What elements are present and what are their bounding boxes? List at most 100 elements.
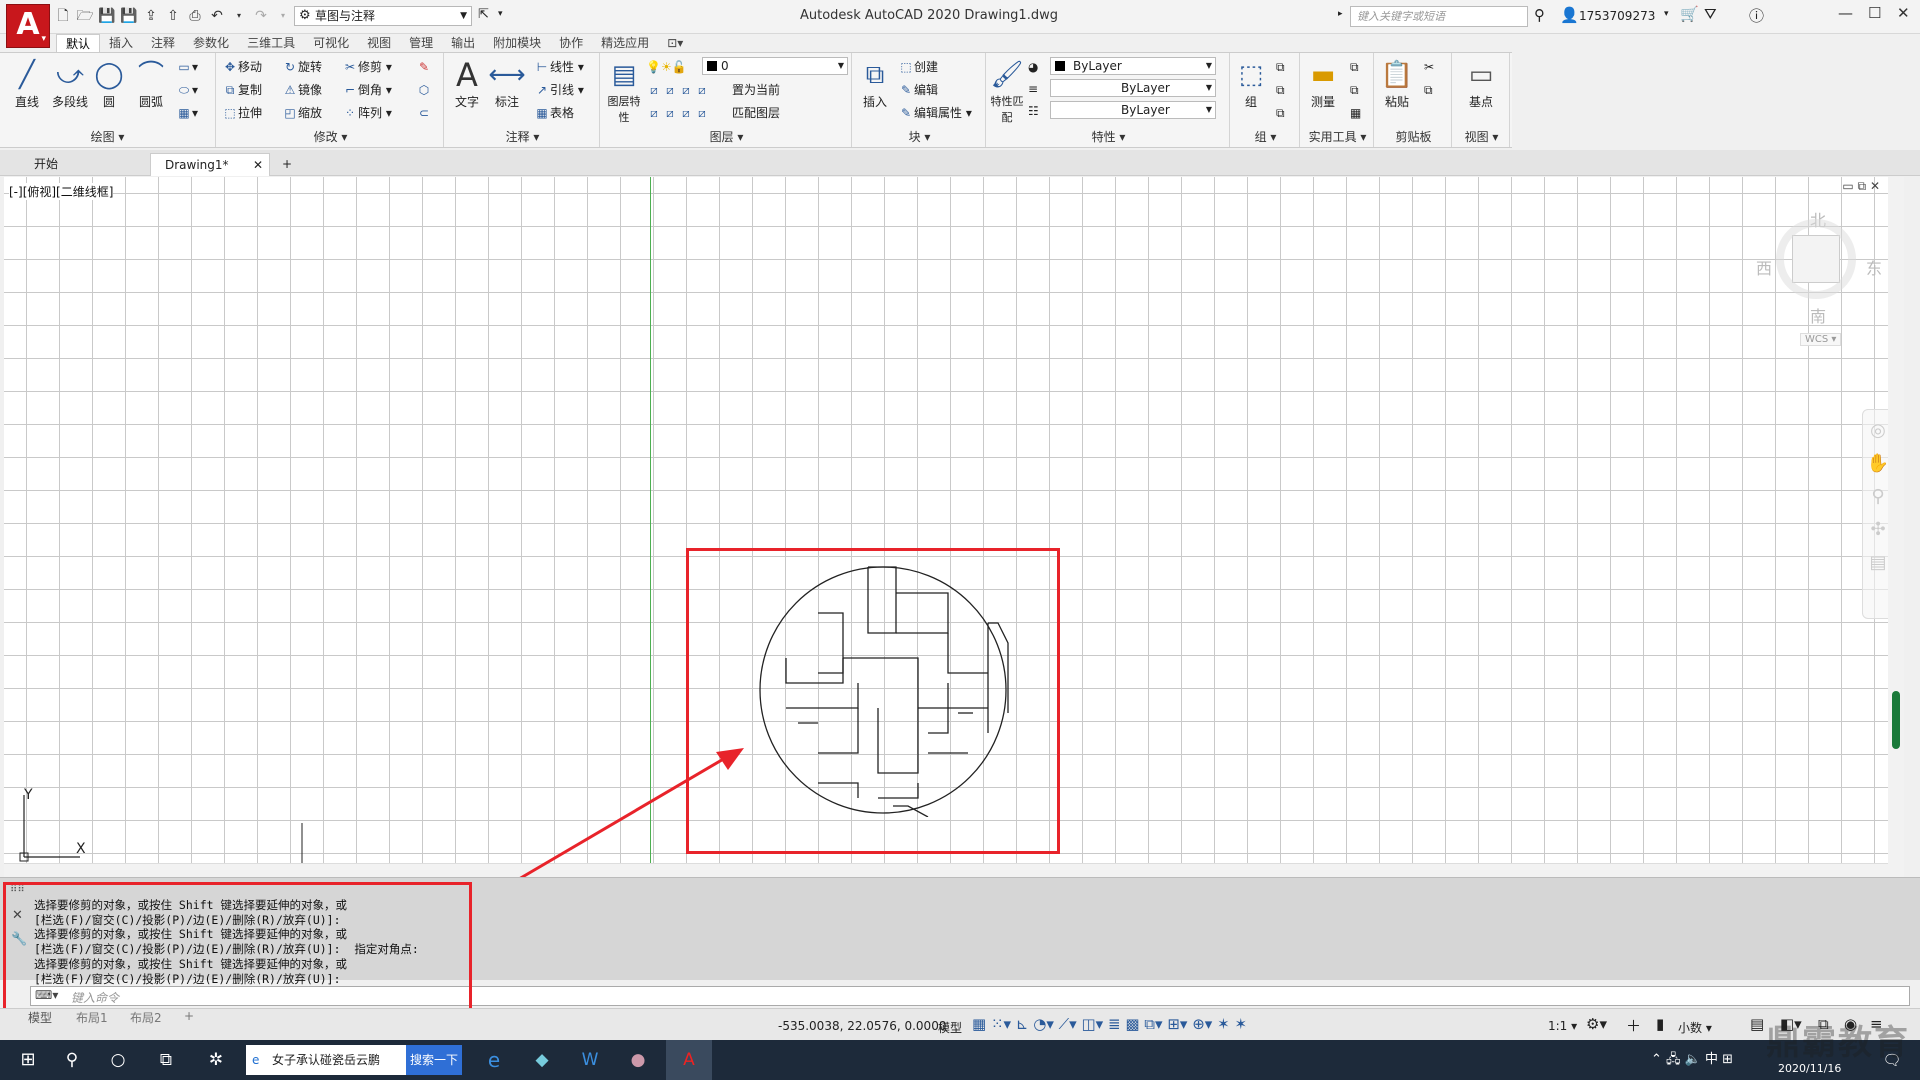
line-button[interactable]: ╱ 直线 [8,57,46,110]
tab-parametric[interactable]: 参数化 [184,34,238,52]
transparency-icon[interactable]: ▩ [1125,1015,1139,1033]
coordinate-readout[interactable]: -535.0038, 22.0576, 0.0000 [778,1019,946,1033]
cart-icon[interactable]: 🛒 [1680,5,1699,23]
annotation-scale[interactable]: 1:1 ▾ [1548,1019,1577,1033]
lineweight-select[interactable]: ByLayer ▼ [1050,79,1216,97]
snap-icon[interactable]: ⁙ [991,1015,1004,1033]
user-dropdown-icon[interactable]: ▾ [1664,9,1669,19]
color-select[interactable]: ByLayer ▼ [1050,57,1216,75]
share-drawing-icon[interactable]: ⇱ [478,7,489,22]
linetype-select[interactable]: ByLayer ▼ [1050,101,1216,119]
help-search-input[interactable]: 键入关键字或短语 [1350,6,1528,27]
undo-icon[interactable]: ↶ [208,7,226,25]
volume-icon[interactable]: 🔈 [1685,1052,1701,1067]
move-button[interactable]: ✥ 移动 [222,57,262,77]
layout-tab-model[interactable]: 模型 [28,1009,52,1026]
auto-scale-icon[interactable]: ✶ [1234,1015,1247,1033]
viewcube-west[interactable]: 西 [1756,255,1772,279]
table-button[interactable]: ▦ 表格 [534,103,574,123]
trim-button[interactable]: ✂ 修剪 ▾ [342,57,392,77]
view-panel-title[interactable]: 视图 ▾ [1454,128,1509,145]
redo-dropdown-icon[interactable]: ▾ [274,7,292,25]
viewcube[interactable]: 北 西 东 南 WCS ▾ [1756,207,1884,357]
layer-tools-row1[interactable]: ⧄ ⧄ ⧄ ⧄ [646,80,710,100]
dimension-button[interactable]: ⟷ 标注 [488,57,526,110]
task-view-icon[interactable]: ⧉ [146,1040,186,1080]
ungroup-icon[interactable]: ⧉ [1276,57,1285,77]
save-icon[interactable]: 💾 [98,7,116,25]
lightbulb-icon[interactable]: 💡 [646,60,661,74]
stretch-button[interactable]: ⬚ 拉伸 [222,103,262,123]
undo-dropdown-icon[interactable]: ▾ [230,7,248,25]
hatch-pattern-button[interactable]: ▦ ▾ [176,103,198,123]
insert-block-button[interactable]: ⧉ 插入 [856,57,894,110]
layers-panel-title[interactable]: 图层 ▾ [602,128,851,145]
new-file-icon[interactable]: 🗋 [54,7,72,25]
color-wheel-icon[interactable]: ◕ [1028,57,1038,77]
viewport-restore-icon[interactable]: ⧉ [1858,179,1867,193]
viewport-close-icon[interactable]: ✕ [1870,179,1880,193]
match-layer-button[interactable]: 匹配图层 [732,103,780,123]
windows-start-icon[interactable]: ⊞ [8,1040,48,1080]
viewcube-east[interactable]: 东 [1866,255,1882,279]
units-select[interactable]: 小数 ▾ [1678,1019,1712,1036]
workspace-select[interactable]: ⚙ 草图与注释 ▼ [294,6,472,26]
mirror-button[interactable]: ⚠ 镜像 [282,80,322,100]
match-properties-button[interactable]: 🖌 特性匹配 [990,57,1024,125]
quick-select-icon[interactable]: ⧉ [1350,57,1359,77]
circle-button[interactable]: ◯ 圆 [90,57,128,110]
cortana-icon[interactable]: ○ [98,1040,138,1080]
modify-panel-title[interactable]: 修改 ▾ [218,128,443,145]
new-tab-button[interactable]: + [276,153,292,176]
ortho-icon[interactable]: ⊾ [1016,1015,1029,1033]
hatch-button[interactable]: ⬭ ▾ [176,80,198,100]
viewport-controls-label[interactable]: [-][俯视][二维线框] [9,183,114,200]
save-as-icon[interactable]: 💾 [120,7,138,25]
block-panel-title[interactable]: 块 ▾ [854,128,985,145]
ime-indicator[interactable]: 中 [1705,1052,1718,1067]
polar-icon[interactable]: ◔ [1033,1015,1046,1033]
maximize-button[interactable]: ☐ [1868,4,1881,22]
viewport-minimize-icon[interactable]: ▭ [1842,179,1853,193]
tab-annotate[interactable]: 注释 [142,34,184,52]
ime-grid-icon[interactable]: ⊞ [1722,1052,1733,1067]
gizmo-icon[interactable]: ⊕ [1192,1015,1205,1033]
share-icon[interactable]: ⇧ [164,7,182,25]
user-name[interactable]: 1753709273 [1579,9,1655,23]
application-menu-button[interactable]: A ▾ [6,4,50,48]
browser-search-box[interactable]: e 女子承认碰瓷岳云鹏 [246,1045,406,1075]
clipboard-panel-title[interactable]: 剪贴板 [1376,128,1451,145]
leader-button[interactable]: ↗ 引线 ▾ [534,80,584,100]
annotation-visibility-icon[interactable]: ✶ [1217,1015,1230,1033]
horizontal-scrollbar[interactable] [4,863,1888,877]
properties-panel-title[interactable]: 特性 ▾ [988,128,1229,145]
network-icon[interactable]: 🖧 [1666,1052,1681,1067]
explode-button[interactable]: ⬡ [416,80,432,100]
redo-icon[interactable]: ↷ [252,7,270,25]
grid-icon[interactable]: ▦ [972,1015,986,1033]
tab-visualize[interactable]: 可视化 [304,34,358,52]
search-submit-button[interactable]: 搜索一下 [406,1045,462,1075]
copy-button[interactable]: ⧉ 复制 [222,80,262,100]
plot-icon[interactable]: ⎙ [186,7,204,25]
publish-icon[interactable]: ⇪ [142,7,160,25]
vertical-scroll-thumb[interactable] [1892,691,1900,749]
group-button[interactable]: ⬚ 组 [1232,57,1270,110]
offset-button[interactable]: ⊂ [416,103,432,123]
tab-home[interactable]: 默认 [56,34,101,52]
tab-view[interactable]: 视图 [358,34,400,52]
open-folder-icon[interactable]: 🗁 [76,7,94,25]
tab-manage[interactable]: 管理 [400,34,442,52]
close-tab-icon[interactable]: ✕ [253,154,263,176]
paste-button[interactable]: 📋 粘贴 [1378,57,1416,110]
measure-button[interactable]: ▬ 测量 [1304,57,1342,110]
select-all-icon[interactable]: ⧉ [1350,80,1359,100]
scale-button[interactable]: ◰ 缩放 [282,103,322,123]
annotation-add-icon[interactable]: ＋ [1626,1015,1641,1036]
annotation-panel-title[interactable]: 注释 ▾ [446,128,599,145]
text-button[interactable]: A 文字 [448,57,486,110]
layout-tab-1[interactable]: 布局1 [76,1009,108,1026]
workspace-switch-icon[interactable]: ⚙▾ [1586,1015,1607,1033]
groups-panel-title[interactable]: 组 ▾ [1232,128,1299,145]
lock-icon[interactable]: 🔓 [672,60,687,74]
